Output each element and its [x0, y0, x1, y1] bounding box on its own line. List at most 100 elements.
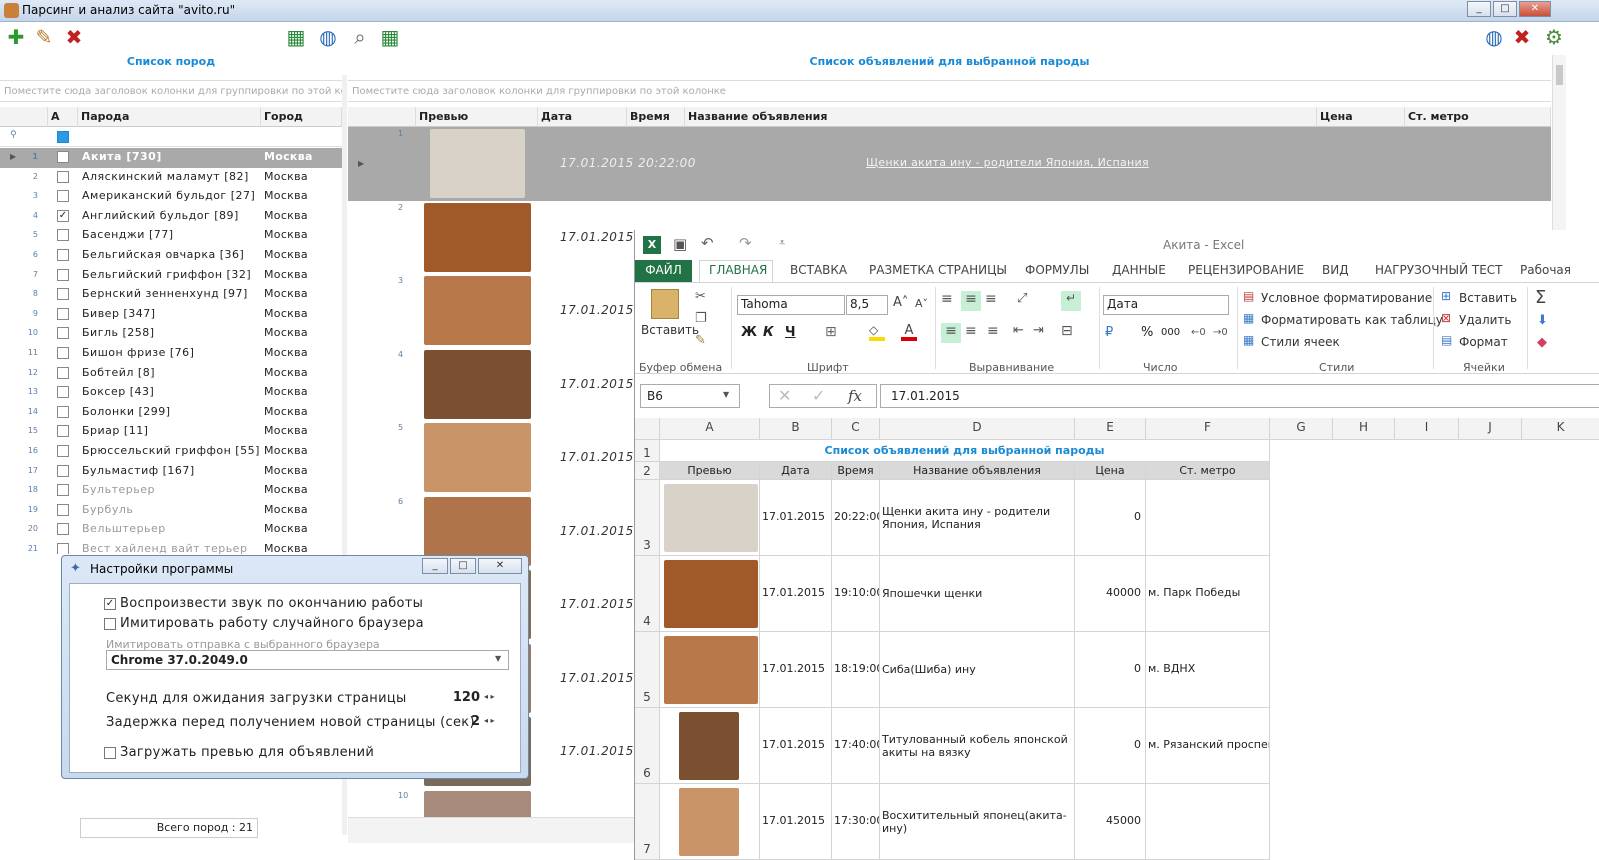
price-cell[interactable]: 0 [1075, 480, 1146, 556]
settings-icon[interactable]: ⚙ [1540, 24, 1568, 50]
percent-button[interactable]: % [1141, 325, 1153, 340]
col-header-breed[interactable]: Парода [78, 107, 261, 127]
random-browser-checkbox[interactable] [104, 618, 116, 630]
delay-value[interactable]: 2 [440, 714, 480, 729]
copy-icon[interactable]: ❐ [695, 311, 707, 326]
cut-icon[interactable]: ✂ [695, 289, 706, 304]
preview-image[interactable] [664, 484, 758, 552]
time-cell[interactable]: 18:19:00 [832, 632, 880, 708]
scrollbar-thumb[interactable] [1556, 65, 1563, 85]
export-list-icon[interactable]: ▦ [376, 24, 404, 50]
row-header[interactable]: 3 [635, 480, 660, 556]
title-cell[interactable]: Титулованный кобель японской акиты на вя… [880, 708, 1075, 784]
column-header-d[interactable]: D [880, 418, 1075, 440]
row-header[interactable]: 6 [635, 708, 660, 784]
format-painter-icon[interactable]: ✎ [695, 333, 706, 348]
increase-indent-icon[interactable]: ⇥ [1033, 323, 1044, 338]
price-cell[interactable]: 0 [1075, 708, 1146, 784]
column-header-b[interactable]: B [760, 418, 832, 440]
tab-review[interactable]: РЕЦЕНЗИРОВАНИЕ [1188, 263, 1304, 277]
delete-cells-button[interactable]: Удалить [1459, 313, 1512, 327]
export-excel-icon[interactable]: ▦ [282, 24, 310, 50]
font-size-combo[interactable]: 8,5 [846, 295, 888, 315]
delete-icon[interactable]: ✖ [60, 24, 88, 50]
date-cell[interactable]: 17.01.2015 [760, 556, 832, 632]
preview-image[interactable] [664, 636, 758, 704]
search-icon[interactable]: ⌕ [346, 24, 374, 50]
ad-thumbnail[interactable] [430, 129, 525, 198]
orientation-icon[interactable]: ⤢ [1017, 291, 1027, 306]
price-cell[interactable]: 40000 [1075, 556, 1146, 632]
title-cell[interactable]: Восхитительный японец(акита-ину) [880, 784, 1075, 860]
date-cell[interactable]: 17.01.2015 [760, 784, 832, 860]
price-cell[interactable]: 0 [1075, 632, 1146, 708]
spinner-arrows-icon[interactable]: ◂ ▸ [484, 716, 495, 725]
preview-image[interactable] [679, 788, 739, 856]
table-header-cell[interactable]: Превью [660, 462, 760, 480]
increase-decimal-icon[interactable]: ←0 [1191, 327, 1206, 338]
tab-load-test[interactable]: НАГРУЗОЧНЫЙ ТЕСТ [1375, 263, 1503, 277]
merge-center-icon[interactable]: ⊟ [1061, 323, 1073, 339]
metro-cell[interactable] [1146, 480, 1270, 556]
price-cell[interactable]: 45000 [1075, 784, 1146, 860]
minimize-button[interactable]: _ [1467, 1, 1491, 17]
date-cell[interactable]: 17.01.2015 [760, 480, 832, 556]
italic-button[interactable]: К [763, 325, 774, 340]
ads-group-area[interactable]: Поместите сюда заголовок колонки для гру… [348, 80, 1551, 102]
font-color-icon[interactable]: A [901, 323, 917, 341]
align-left-icon[interactable]: ≡ [941, 323, 961, 343]
redo-icon[interactable]: ↷ [739, 234, 752, 252]
preview-image[interactable] [679, 712, 739, 780]
conditional-format-button[interactable]: Условное форматирование [1261, 291, 1432, 305]
tab-view[interactable]: ВИД [1322, 263, 1349, 277]
ad-thumbnail[interactable] [424, 276, 531, 345]
date-cell[interactable]: 17.01.2015 [760, 708, 832, 784]
fill-icon[interactable]: ⬇ [1537, 313, 1548, 328]
save-icon[interactable]: ▣ [673, 235, 687, 253]
align-bottom-icon[interactable]: ≡ [985, 291, 997, 307]
maximize-button[interactable]: □ [1493, 1, 1517, 17]
settings-maximize-button[interactable]: □ [450, 558, 476, 574]
ad-thumbnail[interactable] [424, 790, 531, 817]
ad-thumbnail[interactable] [424, 202, 531, 272]
tab-home[interactable]: ГЛАВНАЯ [709, 263, 767, 277]
metro-cell[interactable]: м. Парк Победы [1146, 556, 1270, 632]
col-header-a[interactable]: А [48, 107, 78, 127]
table-header-cell[interactable]: Время [832, 462, 880, 480]
time-cell[interactable]: 20:22:00 [832, 480, 880, 556]
tab-insert[interactable]: ВСТАВКА [790, 263, 847, 277]
col-header-preview[interactable]: Превью [416, 107, 538, 127]
metro-cell[interactable] [1146, 784, 1270, 860]
date-cell[interactable]: 17.01.2015 [760, 632, 832, 708]
table-header-cell[interactable]: Дата [760, 462, 832, 480]
browser-select[interactable]: Chrome 37.0.2049.0 ▼ [106, 650, 509, 670]
thousands-button[interactable]: 000 [1161, 327, 1180, 338]
column-header-j[interactable]: J [1459, 418, 1522, 440]
wrap-text-icon[interactable]: ↵ [1061, 291, 1081, 311]
column-header-i[interactable]: I [1395, 418, 1459, 440]
formula-input[interactable]: 17.01.2015 [880, 384, 1599, 408]
column-header-e[interactable]: E [1075, 418, 1146, 440]
fill-color-icon[interactable]: ◇ [869, 323, 885, 341]
col-header-metro[interactable]: Ст. метро [1405, 107, 1551, 127]
col-header-title[interactable]: Название объявления [685, 107, 1317, 127]
column-header-k[interactable]: K [1522, 418, 1599, 440]
delete-cells-icon[interactable]: ⊠ [1441, 311, 1451, 325]
paste-icon[interactable] [651, 289, 679, 319]
shrink-font-icon[interactable]: A˅ [915, 297, 928, 310]
preview-image[interactable] [664, 560, 758, 628]
tab-formulas[interactable]: ФОРМУЛЫ [1025, 263, 1089, 277]
table-header-cell[interactable]: Ст. метро [1146, 462, 1270, 480]
format-cells-button[interactable]: Формат [1459, 335, 1508, 349]
select-all-corner[interactable] [635, 418, 660, 440]
format-table-button[interactable]: Форматировать как таблицу [1261, 313, 1443, 327]
function-icon[interactable]: fx [848, 387, 862, 405]
grow-font-icon[interactable]: A˄ [893, 295, 908, 310]
format-table-icon[interactable]: ▦ [1243, 311, 1254, 325]
tab-page-layout[interactable]: РАЗМЕТКА СТРАНИЦЫ [869, 263, 1007, 277]
ads-scrollbar[interactable] [1552, 55, 1566, 230]
cell-styles-button[interactable]: Стили ячеек [1261, 335, 1340, 349]
ad-thumbnail[interactable] [424, 349, 531, 419]
sheet-title-cell[interactable]: Список объявлений для выбранной пароды [660, 440, 1270, 462]
settings-minimize-button[interactable]: _ [422, 558, 448, 574]
